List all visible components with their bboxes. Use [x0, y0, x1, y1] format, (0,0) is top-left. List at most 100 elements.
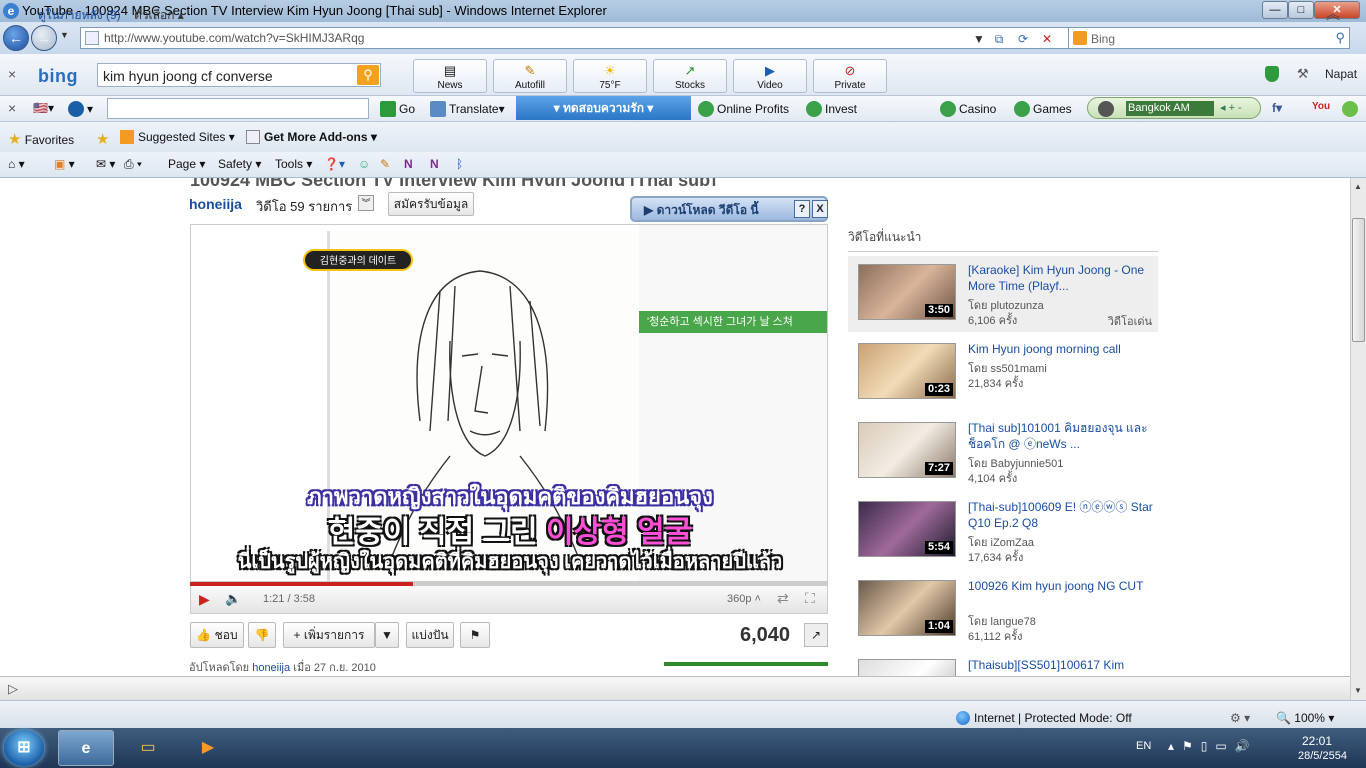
stocks-button[interactable]: ↗ Stocks — [653, 59, 727, 93]
vertical-scrollbar[interactable]: ▲ ▼ — [1350, 178, 1366, 700]
feeds-icon[interactable]: ▣ ▾ — [54, 157, 75, 171]
scroll-thumb[interactable] — [1352, 218, 1365, 342]
options-menu[interactable]: ตัวเลือก ▴ — [134, 6, 184, 25]
home-icon[interactable]: ⌂ ▾ — [8, 157, 25, 171]
video-button[interactable]: ▶ Video — [733, 59, 807, 93]
related-video-title[interactable]: [Karaoke] Kim Hyun Joong - One More Time… — [968, 262, 1154, 294]
autofill-button[interactable]: ✎ Autofill — [493, 59, 567, 93]
video-list-dropdown-icon[interactable]: ︾ — [358, 195, 374, 211]
video-thumbnail[interactable]: 1:04 — [858, 580, 956, 636]
like-button[interactable]: 👍 ชอบ — [190, 622, 244, 648]
scroll-down-icon[interactable]: ▼ — [1354, 686, 1362, 695]
radio-player[interactable]: Bangkok AM ◂ + - — [1087, 97, 1261, 119]
favorites-button[interactable]: ★ Favorites — [8, 130, 74, 148]
video-player[interactable]: '청순하고 섹시한 그녀가 날 스쳐 김현중과의 데이트 ภาพวาดหญิงส… — [190, 224, 828, 582]
related-video[interactable]: 5:54 [Thai-sub]100609 E! ⓝⓔⓦⓢ Star Q10 E… — [848, 493, 1158, 569]
mail-icon[interactable]: ✉ ▾ — [96, 157, 115, 171]
video-thumbnail[interactable]: 5:54 — [858, 501, 956, 557]
play-queue-icon[interactable]: ▷ — [8, 681, 18, 697]
add-to-button[interactable]: + เพิ่มรายการ — [283, 622, 375, 648]
start-button[interactable]: ⊞ — [4, 730, 44, 766]
research-icon[interactable]: ✎ — [380, 157, 390, 171]
back-button[interactable]: ← — [3, 25, 29, 51]
stop-icon[interactable]: ✕ — [1037, 30, 1057, 48]
expand-icon[interactable]: ︽ — [1326, 4, 1340, 24]
download-video-banner[interactable]: ▶ ดาวน์โหลด วีดีโอ นี้ ? X — [630, 196, 828, 222]
taskbar-folder-icon[interactable]: ▭ — [120, 730, 176, 766]
scroll-up-icon[interactable]: ▲ — [1354, 182, 1362, 191]
security-zone[interactable]: Internet | Protected Mode: Off — [956, 711, 1132, 725]
protected-mode-icon[interactable]: ⚙ ▾ — [1230, 711, 1250, 725]
fullscreen-icon[interactable]: ⛶ — [805, 590, 815, 607]
smiley-icon[interactable] — [1342, 101, 1361, 117]
video-thumbnail[interactable]: 3:50 — [858, 264, 956, 320]
watch-later-link[interactable]: ดูในภายหลัง (9) — [38, 6, 121, 25]
go-button[interactable]: Go — [380, 101, 415, 117]
help-icon[interactable]: ❓▾ — [324, 157, 345, 171]
stats-icon[interactable]: ↗ — [804, 623, 828, 647]
download-video-label[interactable]: ▶ ดาวน์โหลด วีดีโอ นี้ — [644, 201, 759, 220]
onenote-linked-icon[interactable]: N — [430, 157, 439, 171]
love-test-button[interactable]: ▾ ทดสอบความรัก ▾ — [516, 96, 691, 120]
add-favorite-icon[interactable]: ★ — [96, 130, 109, 148]
maximize-button[interactable]: □ — [1288, 1, 1314, 19]
tools-menu[interactable]: Tools ▾ — [275, 157, 312, 171]
browser-search-input[interactable]: Bing ⚲ — [1068, 27, 1350, 49]
toolbar-logo-icon[interactable]: ▾ — [68, 101, 93, 117]
print-icon[interactable]: ⎙ ▾ — [124, 157, 142, 172]
translate-button[interactable]: Translate▾ — [430, 101, 505, 117]
taskbar-ie-icon[interactable]: e — [58, 730, 114, 766]
channel-link[interactable]: honeiija — [189, 196, 242, 212]
related-video-title[interactable]: Kim Hyun joong morning call — [968, 341, 1154, 357]
taskbar-media-icon[interactable]: ▶ — [180, 730, 236, 766]
addon-toolbar-close-button[interactable]: × — [8, 100, 16, 116]
address-dropdown-icon[interactable]: ▼ — [969, 30, 989, 48]
volume-controls-icon[interactable]: ◂ + - — [1220, 101, 1242, 114]
casino-button[interactable]: Casino — [940, 101, 996, 117]
clock-time[interactable]: 22:01 — [1302, 734, 1332, 748]
volume-icon[interactable]: 🔈 — [225, 591, 241, 607]
video-thumbnail[interactable]: 0:23 — [858, 343, 956, 399]
suggested-sites-button[interactable]: Suggested Sites ▾ — [120, 130, 235, 144]
related-video[interactable]: 0:23 Kim Hyun joong morning call โดย ss5… — [848, 335, 1158, 411]
related-video-title[interactable]: 100926 Kim hyun joong NG CUT — [968, 578, 1154, 594]
system-tray-icons[interactable]: ▴⚑▯▭🔊 — [1168, 739, 1258, 753]
zoom-control[interactable]: 🔍 100% ▾ — [1276, 711, 1334, 725]
related-video[interactable]: 3:50 [Karaoke] Kim Hyun Joong - One More… — [848, 256, 1158, 332]
flag-icon[interactable]: 🇺🇸▾ — [33, 101, 54, 115]
loop-icon[interactable]: ⇄ — [777, 590, 789, 607]
subscribe-button[interactable]: สมัครรับข้อมูล — [388, 192, 474, 216]
dislike-icon[interactable]: 👎 — [248, 622, 276, 648]
bluetooth-icon[interactable]: ᛒ — [456, 157, 463, 171]
invest-button[interactable]: Invest — [806, 101, 857, 117]
online-profits-button[interactable]: Online Profits — [698, 101, 789, 117]
refresh-icon[interactable]: ⟳ — [1013, 30, 1033, 48]
toolbar-search-input[interactable] — [107, 98, 369, 119]
user-name[interactable]: Napat — [1325, 67, 1357, 81]
quality-selector[interactable]: 360p ˄ — [727, 593, 761, 605]
uploader-link[interactable]: honeiija — [252, 662, 290, 674]
add-to-dropdown-icon[interactable]: ▼ — [375, 622, 399, 648]
language-indicator[interactable]: EN — [1136, 740, 1151, 752]
search-icon[interactable]: ⚲ — [1335, 30, 1345, 46]
games-button[interactable]: Games — [1014, 101, 1072, 117]
flag-video-icon[interactable]: ⚑ — [460, 622, 490, 648]
safety-menu[interactable]: Safety ▾ — [218, 157, 261, 171]
bing-search-go-icon[interactable]: ⚲ — [357, 65, 379, 85]
private-button[interactable]: ⊘ Private — [813, 59, 887, 93]
bing-search-input[interactable]: kim hyun joong cf converse ⚲ — [97, 63, 381, 87]
related-video-title[interactable]: [Thai-sub]100609 E! ⓝⓔⓦⓢ Star Q10 Ep.2 Q… — [968, 499, 1154, 531]
related-video-title[interactable]: [Thai sub]101001 คิมฮยองจุน และ ช็อคโก @… — [968, 420, 1154, 452]
minimize-button[interactable]: — — [1262, 1, 1288, 19]
related-video[interactable]: 1:04 100926 Kim hyun joong NG CUT โดย la… — [848, 572, 1158, 648]
related-video[interactable]: [Thaisub][SS501]100617 Kim — [848, 651, 1158, 676]
clock-date[interactable]: 28/5/2554 — [1298, 750, 1347, 762]
facebook-icon[interactable]: f▾ — [1272, 101, 1282, 115]
news-button[interactable]: ▤ News — [413, 59, 487, 93]
youtube-icon[interactable]: You — [1312, 101, 1330, 112]
forward-button[interactable]: → — [31, 25, 57, 51]
bing-toolbar-close-button[interactable]: × — [8, 66, 16, 82]
weather-button[interactable]: ☀ 75°F — [573, 59, 647, 93]
get-addons-button[interactable]: Get More Add-ons ▾ — [246, 130, 377, 144]
download-close-button[interactable]: X — [812, 200, 828, 218]
